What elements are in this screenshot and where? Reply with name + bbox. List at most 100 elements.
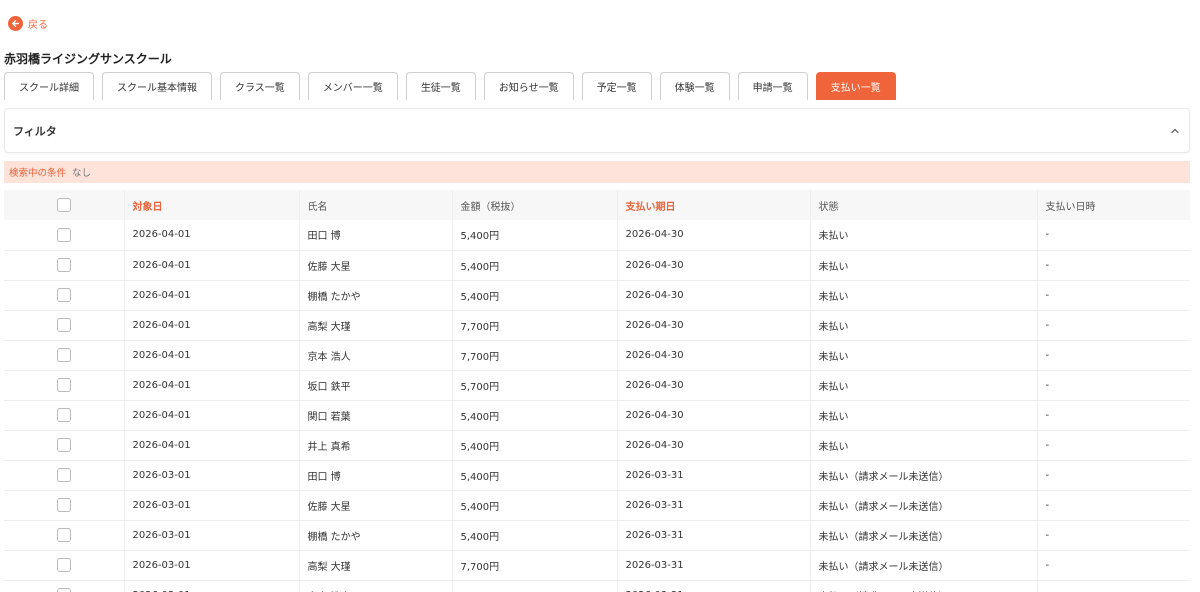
- cell-name: 棚橋 たかや: [298, 280, 452, 310]
- row-checkbox-cell[interactable]: [4, 280, 124, 310]
- table-row[interactable]: 2026-03-01 佐藤 大星 5,400円 2026-03-31 未払い（請求メール…: [4, 490, 1190, 520]
- tab-4[interactable]: 生徒一覧: [405, 72, 476, 100]
- tab-9[interactable]: 支払い一覧: [815, 72, 896, 100]
- row-checkbox-cell[interactable]: [4, 370, 124, 400]
- tab-1[interactable]: スクール基本情報: [102, 72, 212, 100]
- tab-7[interactable]: 体験一覧: [659, 72, 730, 100]
- row-checkbox-cell[interactable]: [4, 340, 124, 370]
- row-checkbox[interactable]: [56, 348, 71, 362]
- cell-target-date: 2026-04-01: [123, 310, 299, 340]
- row-checkbox-cell[interactable]: [4, 550, 124, 580]
- cell-paid-at: -: [1036, 370, 1190, 400]
- row-checkbox-cell[interactable]: [4, 250, 124, 280]
- tab-8[interactable]: 申請一覧: [737, 72, 808, 100]
- table-row[interactable]: 2026-03-01 棚橋 たかや 5,400円 2026-03-31 未払い（請求メー…: [4, 520, 1190, 550]
- row-checkbox[interactable]: [56, 227, 71, 242]
- payments-table: 対象日 氏名 金額（税抜） 支払い期日 状態 支払い日時 2026-04-01 田…: [4, 190, 1190, 592]
- select-all-checkbox-cell[interactable]: [4, 190, 124, 220]
- row-checkbox-cell[interactable]: [4, 460, 124, 490]
- cell-name: 高梨 大瑾: [298, 310, 452, 340]
- cell-amount: 7,700円: [451, 550, 617, 580]
- cell-target-date: 2026-03-01: [123, 460, 299, 490]
- cell-status: 未払い: [809, 310, 1037, 340]
- select-all-checkbox[interactable]: [56, 198, 71, 212]
- cell-name: 京本 浩人: [298, 580, 452, 592]
- row-checkbox[interactable]: [56, 558, 71, 572]
- table-row[interactable]: 2026-04-01 高梨 大瑾 7,700円 2026-04-30 未払い -: [4, 310, 1190, 340]
- cell-paid-at: -: [1036, 310, 1190, 340]
- cell-name: 坂口 鉄平: [298, 370, 452, 400]
- table-row[interactable]: 2026-03-01京本 浩人7,700円2026-03-31未払い（請求メール…: [4, 580, 1190, 592]
- tab-2[interactable]: クラス一覧: [220, 72, 300, 100]
- cell-paid-at: -: [1036, 280, 1190, 310]
- row-checkbox-cell[interactable]: [4, 220, 124, 250]
- tab-5[interactable]: お知らせ一覧: [483, 72, 574, 100]
- chevron-up-icon[interactable]: [1169, 125, 1181, 137]
- cell-target-date: 2026-04-01: [123, 430, 299, 460]
- table-row[interactable]: 2026-04-01 坂口 鉄平 5,700円 2026-04-30 未払い -: [4, 370, 1190, 400]
- row-checkbox-cell[interactable]: [4, 310, 124, 340]
- cell-paid-at: -: [1036, 550, 1190, 580]
- cell-paid-at: -: [1036, 250, 1190, 280]
- row-checkbox[interactable]: [56, 378, 71, 392]
- row-checkbox[interactable]: [56, 588, 71, 592]
- cell-amount: 7,700円: [451, 310, 617, 340]
- row-checkbox[interactable]: [56, 468, 71, 482]
- table-row[interactable]: 2026-04-01 井上 真希 5,400円 2026-04-30 未払い -: [4, 430, 1190, 460]
- row-checkbox[interactable]: [56, 528, 71, 542]
- table-row[interactable]: 2026-03-01 田口 博 5,400円 2026-03-31 未払い（請求メール未…: [4, 460, 1190, 490]
- table-row[interactable]: 2026-03-01 高梨 大瑾 7,700円 2026-03-31 未払い（請求メール…: [4, 550, 1190, 580]
- row-checkbox[interactable]: [56, 438, 71, 452]
- cell-paid-at: -: [1036, 580, 1190, 592]
- cell-due-date: 2026-03-31: [616, 460, 810, 490]
- table-row[interactable]: 2026-04-01 佐藤 大星 5,400円 2026-04-30 未払い -: [4, 250, 1190, 280]
- search-conditions-value: なし: [72, 168, 92, 179]
- cell-target-date: 2026-04-01: [123, 220, 299, 250]
- cell-amount: 5,400円: [451, 220, 617, 250]
- back-link[interactable]: 戻る: [8, 15, 48, 31]
- cell-amount: 5,400円: [451, 250, 617, 280]
- cell-due-date: 2026-04-30: [616, 340, 810, 370]
- cell-paid-at: -: [1036, 520, 1190, 550]
- header-amount: 金額（税抜）: [451, 190, 617, 220]
- cell-target-date: 2026-04-01: [123, 370, 299, 400]
- cell-status: 未払い（請求メール未送信）: [809, 580, 1037, 592]
- cell-due-date: 2026-03-31: [616, 580, 810, 592]
- row-checkbox-cell[interactable]: [4, 580, 124, 592]
- row-checkbox-cell[interactable]: [4, 490, 124, 520]
- table-row[interactable]: 2026-04-01 田口 博 5,400円 2026-04-30 未払い -: [4, 220, 1190, 250]
- cell-name: 佐藤 大星: [298, 250, 452, 280]
- cell-name: 京本 浩人: [298, 340, 452, 370]
- cell-due-date: 2026-03-31: [616, 550, 810, 580]
- cell-status: 未払い: [809, 250, 1037, 280]
- header-target-date[interactable]: 対象日: [123, 190, 299, 220]
- row-checkbox-cell[interactable]: [4, 520, 124, 550]
- row-checkbox[interactable]: [56, 318, 71, 332]
- row-checkbox[interactable]: [56, 288, 71, 302]
- search-conditions-bar: 検索中の条件 なし: [4, 161, 1190, 183]
- row-checkbox[interactable]: [56, 258, 71, 272]
- cell-status: 未払い（請求メール未送信）: [809, 550, 1037, 580]
- row-checkbox-cell[interactable]: [4, 400, 124, 430]
- table-row[interactable]: 2026-04-01 京本 浩人 7,700円 2026-04-30 未払い -: [4, 340, 1190, 370]
- table-row[interactable]: 2026-04-01 関口 若葉 5,400円 2026-04-30 未払い -: [4, 400, 1190, 430]
- cell-name: 棚橋 たかや: [298, 520, 452, 550]
- cell-paid-at: -: [1036, 220, 1190, 250]
- cell-due-date: 2026-04-30: [616, 370, 810, 400]
- cell-status: 未払い: [809, 280, 1037, 310]
- search-conditions-label: 検索中の条件: [9, 168, 67, 179]
- cell-target-date: 2026-03-01: [123, 490, 299, 520]
- row-checkbox[interactable]: [56, 408, 71, 422]
- tab-3[interactable]: メンバー一覧: [307, 72, 398, 100]
- cell-amount: 5,700円: [451, 370, 617, 400]
- cell-paid-at: -: [1036, 400, 1190, 430]
- arrow-left-icon: [8, 15, 23, 31]
- table-row[interactable]: 2026-04-01 棚橋 たかや 5,400円 2026-04-30 未払い -: [4, 280, 1190, 310]
- header-due-date[interactable]: 支払い期日: [616, 190, 810, 220]
- tab-6[interactable]: 予定一覧: [581, 72, 652, 100]
- row-checkbox[interactable]: [56, 498, 71, 512]
- row-checkbox-cell[interactable]: [4, 430, 124, 460]
- filter-panel: フィルタ: [4, 108, 1190, 153]
- cell-due-date: 2026-04-30: [616, 250, 810, 280]
- tab-0[interactable]: スクール詳細: [4, 72, 94, 100]
